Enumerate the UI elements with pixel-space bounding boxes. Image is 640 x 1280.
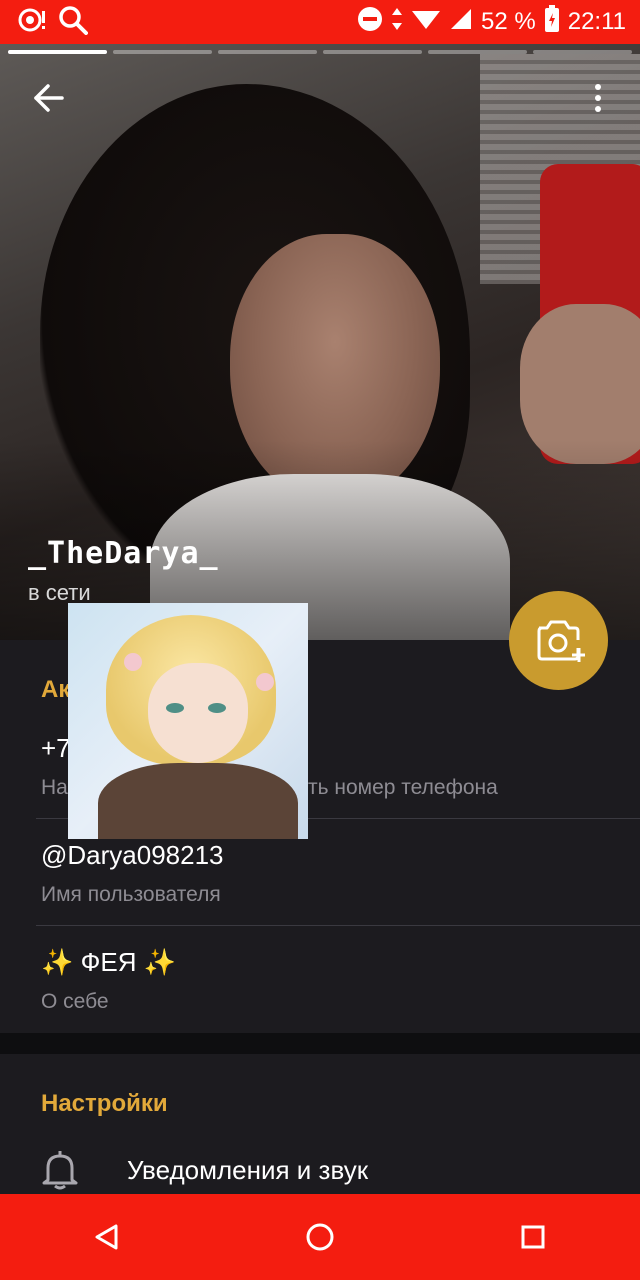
- back-button[interactable]: [24, 72, 76, 124]
- dnd-icon: [357, 6, 383, 39]
- profile-name: _TheDarya_: [28, 536, 219, 571]
- bell-icon: [42, 1150, 78, 1195]
- settings-section-title: Настройки: [41, 1090, 168, 1117]
- progress-segment: [218, 50, 317, 54]
- square-recents-icon: [521, 1225, 545, 1249]
- notifications-sound-label: Уведомления и звук: [127, 1155, 369, 1185]
- username-value: @Darya098213: [41, 840, 224, 870]
- set-photo-button[interactable]: [509, 591, 608, 690]
- progress-segment: [323, 50, 422, 54]
- phone-value: +7: [41, 733, 71, 763]
- username-label: Имя пользователя: [41, 883, 221, 906]
- more-dot-icon: [595, 106, 601, 112]
- avatar-preview-image: [68, 603, 308, 839]
- phone-label-left: На: [41, 776, 68, 799]
- phone-label-right: ть номер телефона: [308, 776, 498, 799]
- settings-section: Настройки Уведомления и звук: [0, 1054, 640, 1194]
- profile-photo[interactable]: _TheDarya_ в сети: [0, 44, 640, 640]
- more-options-button[interactable]: [578, 72, 618, 124]
- account-section-title: Ак: [41, 676, 71, 703]
- circle-home-icon: [306, 1223, 334, 1251]
- nav-home-button[interactable]: [290, 1207, 350, 1267]
- progress-segment: [8, 50, 107, 54]
- photo-progress-bar: [8, 50, 632, 54]
- notifications-sound-item[interactable]: Уведомления и звук: [0, 1140, 640, 1200]
- wifi-icon: [411, 7, 441, 38]
- navigation-bar: [0, 1194, 640, 1280]
- progress-segment: [113, 50, 212, 54]
- nav-recents-button[interactable]: [503, 1207, 563, 1267]
- arrow-left-icon: [34, 84, 64, 112]
- more-dot-icon: [595, 95, 601, 101]
- camera-add-icon: [537, 620, 585, 662]
- bio-label: О себе: [41, 990, 109, 1013]
- divider: [36, 925, 640, 926]
- status-bar: 52 % 22:11: [0, 0, 640, 44]
- more-dot-icon: [595, 84, 601, 90]
- data-arrows-icon: [391, 6, 403, 39]
- clock: 22:11: [567, 8, 626, 35]
- triangle-back-icon: [95, 1224, 118, 1250]
- progress-segment: [533, 50, 632, 54]
- progress-segment: [428, 50, 527, 54]
- section-gap: [0, 1033, 640, 1054]
- battery-icon: [544, 4, 560, 40]
- nav-back-button[interactable]: [77, 1207, 137, 1267]
- bio-value: ✨ ФЕЯ ✨: [41, 947, 177, 977]
- battery-percent: 52 %: [481, 8, 536, 35]
- search-icon: [58, 5, 88, 40]
- notification-icon: [18, 7, 48, 38]
- signal-icon: [449, 7, 473, 38]
